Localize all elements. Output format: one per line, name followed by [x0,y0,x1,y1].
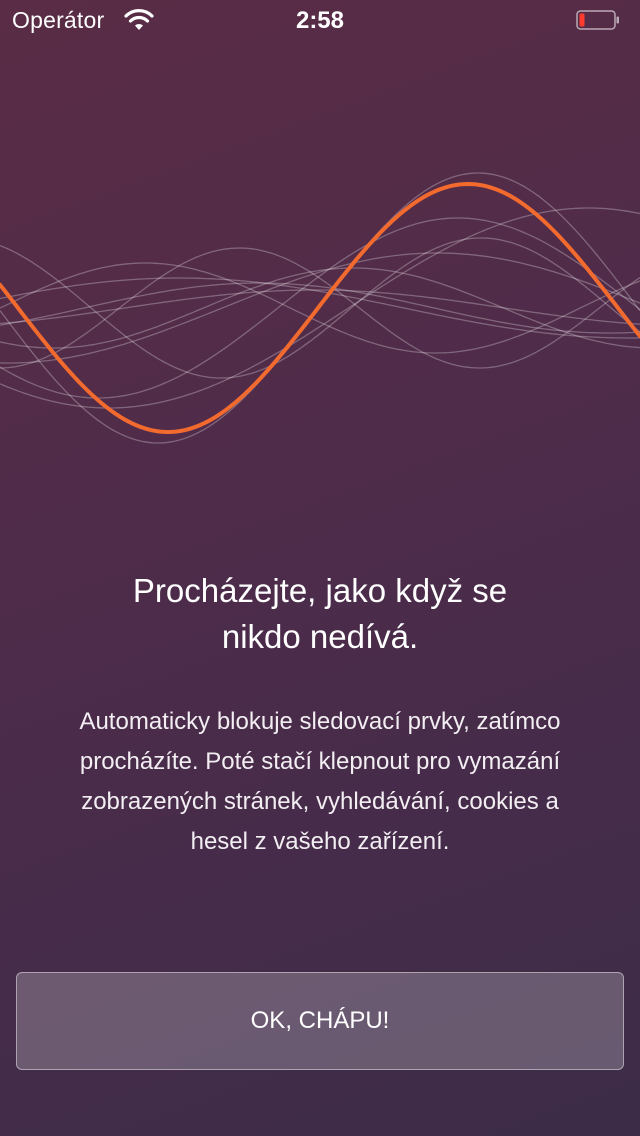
status-time: 2:58 [295,7,345,34]
headline-line-2: nikdo nedívá. [221,618,419,655]
sound-waves-illustration [0,172,640,444]
status-bar: Operátor 2:58 [0,0,640,40]
ok-got-it-button[interactable]: OK, CHÁPU! [16,972,624,1070]
onboarding-headline: Procházejte, jako když se nikdo nedívá. [60,568,580,660]
description-line-1: Automaticky blokuje sledovací prvky, zat… [79,708,561,735]
description-line-2: procházíte. Poté stačí klepnout pro vyma… [79,748,561,775]
accent-wave-line [0,181,640,435]
description-line-4: hesel z vašeho zařízení. [190,828,450,855]
description-line-3: zobrazených stránek, vyhledávání, cookie… [81,788,559,815]
battery-low-icon [576,10,619,30]
onboarding-description: Automaticky blokuje sledovací prvky, zat… [24,702,616,862]
headline-line-1: Procházejte, jako když se [132,572,508,609]
